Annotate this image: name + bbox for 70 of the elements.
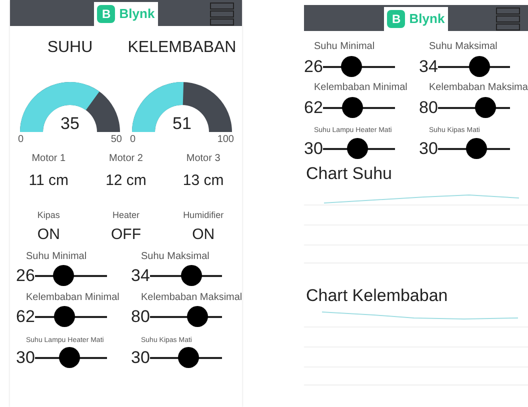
slider-thumb[interactable] — [347, 138, 368, 158]
logo-text: Blynk — [119, 5, 155, 24]
slider-thumb[interactable] — [52, 265, 74, 286]
gauge-title: KELEMBABAN — [128, 38, 236, 58]
slider[interactable] — [150, 347, 222, 368]
slider-value: 30 — [304, 140, 323, 156]
slider[interactable] — [322, 138, 395, 158]
slider[interactable] — [438, 56, 510, 76]
slider-label: Kelembaban Maksima — [429, 82, 528, 94]
device-status: ON — [192, 225, 215, 245]
slider[interactable] — [438, 96, 510, 118]
slider-value: 34 — [419, 58, 438, 74]
device-status: ON — [37, 225, 60, 245]
motor-label: Motor 3 — [186, 152, 220, 166]
slider-thumb[interactable] — [466, 138, 487, 158]
slider-label: Suhu Minimal — [26, 250, 87, 262]
gauge-max-label: 100 — [217, 133, 234, 147]
slider-label: Kelembaban Maksimal — [141, 292, 242, 304]
gauge-value: 35 — [60, 115, 80, 132]
slider-thumb[interactable] — [54, 306, 75, 327]
chart-title: Chart Suhu — [305, 163, 393, 185]
slider[interactable] — [438, 138, 510, 158]
device-status: OFF — [110, 225, 141, 245]
slider-value: 30 — [131, 349, 150, 366]
slider-value: 62 — [304, 98, 323, 116]
slider-thumb[interactable] — [180, 265, 202, 286]
slider[interactable] — [34, 265, 107, 286]
gauge-min-label: 0 — [130, 133, 136, 147]
gauge-max-label: 50 — [110, 133, 122, 147]
slider-value: 80 — [131, 308, 150, 325]
slider-thumb[interactable] — [468, 56, 490, 76]
slider-thumb[interactable] — [474, 96, 496, 118]
slider-value: 34 — [131, 267, 150, 284]
device-label: Humidifier — [183, 208, 224, 222]
slider-thumb[interactable] — [186, 306, 208, 327]
slider-thumb[interactable] — [340, 56, 362, 76]
slider-value: 62 — [16, 308, 35, 325]
slider[interactable] — [34, 306, 107, 327]
slider-value: 30 — [419, 140, 438, 156]
slider-value: 26 — [16, 267, 35, 284]
slider-thumb[interactable] — [342, 96, 363, 118]
slider-value: 30 — [16, 349, 35, 366]
logo-badge: B — [97, 5, 116, 23]
gauge-value: 51 — [172, 115, 192, 132]
motor-distance: 13 cm — [182, 171, 224, 191]
slider-label: Suhu Minimal — [314, 41, 375, 53]
slider[interactable] — [322, 96, 395, 118]
gauge-min-label: 0 — [18, 133, 24, 147]
slider-label: Suhu Maksimal — [429, 41, 498, 53]
slider-label: Suhu Maksimal — [141, 250, 210, 262]
motor-distance: 12 cm — [106, 171, 146, 191]
slider-label: Kelembaban Minimal — [26, 292, 120, 304]
device-label: Heater — [112, 208, 140, 222]
slider[interactable] — [150, 265, 222, 286]
logo-text: Blynk — [409, 10, 445, 28]
slider-value: 26 — [304, 58, 323, 74]
slider[interactable] — [34, 347, 107, 368]
slider-thumb[interactable] — [59, 347, 80, 368]
device-label: Kipas — [37, 208, 60, 222]
slider-value: 80 — [419, 98, 438, 116]
chart-title: Chart Kelembaban — [305, 285, 449, 307]
logo-badge: B — [387, 10, 406, 28]
motor-label: Motor 2 — [109, 152, 143, 166]
slider[interactable] — [322, 56, 395, 76]
motor-label: Motor 1 — [32, 152, 66, 166]
motor-distance: 11 cm — [28, 171, 69, 191]
slider[interactable] — [150, 306, 222, 327]
gauge-title: SUHU — [47, 38, 93, 58]
slider-label: Kelembaban Minimal — [314, 82, 408, 94]
slider-thumb[interactable] — [178, 347, 199, 368]
